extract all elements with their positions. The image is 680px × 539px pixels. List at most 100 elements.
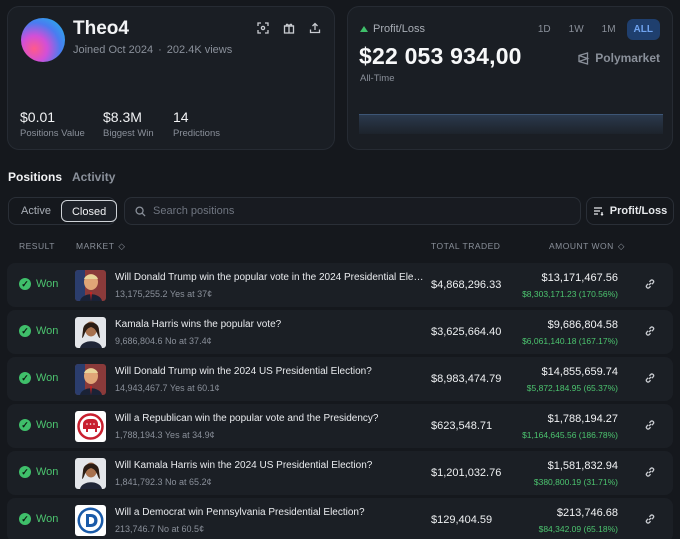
profit-loss-sort-button[interactable]: Profit/Loss — [586, 197, 674, 225]
amount-won: $1,581,832.94 — [547, 460, 618, 472]
search-box — [124, 197, 581, 225]
market-position: 14,943,467.7 Yes at 60.1¢ — [115, 383, 220, 393]
market-position: 1,841,792.3 No at 65.2¢ — [115, 477, 212, 487]
result-badge: ✓ Won — [19, 278, 58, 290]
polymarket-brand: Polymarket — [577, 51, 660, 65]
check-circle-icon: ✓ — [19, 513, 31, 525]
pnl-period: All-Time — [360, 73, 395, 84]
result-badge: ✓ Won — [19, 513, 58, 525]
profit-value: $380,800.19 (31.71%) — [533, 477, 618, 487]
market-thumbnail — [75, 411, 106, 442]
total-traded: $129,404.59 — [431, 514, 493, 526]
check-circle-icon: ✓ — [19, 419, 31, 431]
total-traded: $623,548.71 — [431, 420, 493, 432]
profit-value: $6,061,140.18 (167.17%) — [522, 336, 618, 346]
tab-positions[interactable]: Positions — [8, 170, 62, 184]
table-row[interactable]: ✓ Won Will Donald Trump win the popular v… — [7, 263, 673, 307]
sort-toggle-icon: ◇ — [617, 241, 625, 251]
range-selector: 1D 1W 1M ALL — [531, 19, 660, 40]
profile-meta: Joined Oct 2024 · 202.4K views — [73, 44, 233, 56]
profit-value: $84,342.09 (65.18%) — [538, 524, 618, 534]
pnl-label: Profit/Loss — [360, 23, 425, 35]
market-position: 1,788,194.3 Yes at 34.9¢ — [115, 430, 215, 440]
market-thumbnail — [75, 317, 106, 348]
check-circle-icon: ✓ — [19, 372, 31, 384]
market-title[interactable]: Will Donald Trump win the popular vote i… — [115, 272, 425, 283]
range-1w[interactable]: 1W — [562, 19, 591, 40]
market-thumbnail — [75, 270, 106, 301]
market-thumbnail — [75, 505, 106, 536]
link-icon[interactable] — [644, 419, 658, 433]
table-row[interactable]: ✓ Won Will a Republican win the popular v… — [7, 404, 673, 448]
market-thumbnail — [75, 458, 106, 489]
share-icon[interactable] — [308, 21, 322, 35]
link-icon[interactable] — [644, 372, 658, 386]
filter-active[interactable]: Active — [11, 200, 61, 222]
view-count: 202.4K views — [166, 44, 233, 56]
table-row[interactable]: ✓ Won Will Kamala Harris win the 2024 US … — [7, 451, 673, 495]
market-thumbnail — [75, 364, 106, 395]
username: Theo4 — [73, 18, 129, 39]
column-total-traded: TOTAL TRADED — [431, 241, 501, 251]
amount-won: $13,171,467.56 — [541, 272, 618, 284]
range-all[interactable]: ALL — [626, 19, 660, 40]
total-traded: $1,201,032.76 — [431, 467, 502, 479]
link-icon[interactable] — [644, 325, 658, 339]
search-input[interactable] — [153, 205, 553, 217]
avatar — [21, 18, 65, 62]
profit-value: $1,164,645.56 (186.78%) — [522, 430, 618, 440]
table-row[interactable]: ✓ Won Will Donald Trump win the 2024 US P… — [7, 357, 673, 401]
range-1d[interactable]: 1D — [531, 19, 558, 40]
sort-icon — [593, 207, 604, 216]
check-circle-icon: ✓ — [19, 325, 31, 337]
market-position: 13,175,255.2 Yes at 37¢ — [115, 289, 213, 299]
amount-won: $14,855,659.74 — [541, 366, 618, 378]
filter-closed[interactable]: Closed — [60, 200, 118, 222]
market-position: 9,686,804.6 No at 37.4¢ — [115, 336, 212, 346]
gift-icon[interactable] — [282, 21, 296, 35]
tab-activity[interactable]: Activity — [72, 170, 115, 184]
amount-won: $9,686,804.58 — [547, 319, 618, 331]
market-title[interactable]: Will Kamala Harris win the 2024 US Presi… — [115, 460, 372, 471]
market-position: 213,746.7 No at 60.5¢ — [115, 524, 205, 534]
check-circle-icon: ✓ — [19, 466, 31, 478]
check-circle-icon: ✓ — [19, 278, 31, 290]
stat-positions-value: $0.01 Positions Value — [20, 109, 85, 139]
table-row[interactable]: ✓ Won Kamala Harris wins the popular vote… — [7, 310, 673, 354]
amount-won: $1,788,194.27 — [547, 413, 618, 425]
result-badge: ✓ Won — [19, 325, 58, 337]
link-icon[interactable] — [644, 513, 658, 527]
total-traded: $8,983,474.79 — [431, 373, 502, 385]
profit-value: $8,303,171.23 (170.56%) — [522, 289, 618, 299]
stat-biggest-win: $8.3M Biggest Win — [103, 109, 154, 139]
link-icon[interactable] — [644, 466, 658, 480]
status-filter: Active Closed — [8, 197, 118, 225]
table-row[interactable]: ✓ Won Will a Democrat win Pennsylvania Pr… — [7, 498, 673, 539]
range-1m[interactable]: 1M — [595, 19, 623, 40]
result-badge: ✓ Won — [19, 419, 58, 431]
scan-icon[interactable] — [256, 21, 270, 35]
total-traded: $3,625,664.40 — [431, 326, 502, 338]
link-icon[interactable] — [644, 278, 658, 292]
market-title[interactable]: Will Donald Trump win the 2024 US Presid… — [115, 366, 372, 377]
result-badge: ✓ Won — [19, 466, 58, 478]
pnl-chart — [359, 114, 663, 134]
column-result: RESULT — [19, 241, 55, 251]
market-title[interactable]: Will a Democrat win Pennsylvania Preside… — [115, 507, 365, 518]
amount-won: $213,746.68 — [556, 507, 618, 519]
total-traded: $4,868,296.33 — [431, 279, 502, 291]
market-title[interactable]: Will a Republican win the popular vote a… — [115, 413, 379, 424]
joined-date: Joined Oct 2024 — [73, 44, 154, 56]
search-icon — [135, 205, 146, 217]
sort-toggle-icon: ◇ — [118, 241, 126, 251]
market-title[interactable]: Kamala Harris wins the popular vote? — [115, 319, 281, 330]
result-badge: ✓ Won — [19, 372, 58, 384]
section-tabs: Positions Activity — [8, 170, 115, 184]
column-amount-won[interactable]: AMOUNT WON ◇ — [549, 241, 625, 252]
pnl-value: $22 053 934,00 — [359, 43, 522, 69]
profile-card: Theo4 Joined Oct 2024 · 202.4K views $0.01… — [7, 6, 335, 150]
column-market[interactable]: MARKET ◇ — [76, 241, 125, 252]
stat-predictions: 14 Predictions — [173, 109, 220, 139]
triangle-up-icon — [360, 26, 368, 32]
profit-loss-card: Profit/Loss $22 053 934,00 All-Time 1D 1… — [347, 6, 673, 150]
